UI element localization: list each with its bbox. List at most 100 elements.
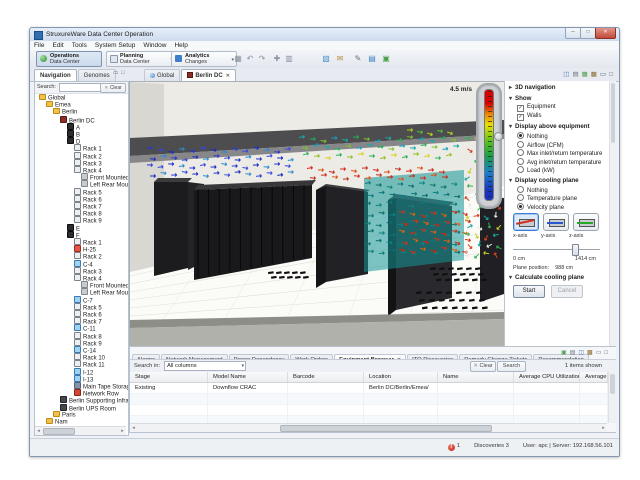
export-icon[interactable]: ▩ — [587, 350, 593, 356]
tree-item-rack-4[interactable]: Rack 4 — [74, 166, 102, 173]
close-button[interactable]: ✕ — [595, 28, 616, 39]
scroll-left-icon[interactable]: ◂ — [130, 425, 137, 431]
table-row[interactable]: ExistingDownflow CRACBerlin DC/Berlin/Em… — [130, 383, 608, 394]
pin-icon[interactable]: ✚ — [272, 54, 282, 64]
tree-item-berlin-ups-room[interactable]: Berlin UPS Room — [60, 404, 116, 411]
slider-track[interactable] — [513, 249, 600, 250]
radio-nothing[interactable]: Nothing — [505, 131, 616, 140]
table-view-icon[interactable]: ▤ — [572, 71, 578, 78]
radio-avg-inlet-return-temperature[interactable]: Avg inlet/return temperature — [505, 157, 616, 166]
menu-edit[interactable]: Edit — [48, 41, 67, 49]
tree-item-d[interactable]: D — [67, 137, 80, 144]
tree-item-nam[interactable]: Nam — [46, 418, 68, 425]
scroll-left-icon[interactable]: ◂ — [35, 428, 42, 434]
tree-item-network-row[interactable]: Network Row — [74, 389, 119, 396]
tree-item-e[interactable]: E — [67, 224, 80, 231]
discoveries-status[interactable]: Discoveries 3 — [474, 443, 509, 449]
tree-item-rack-6[interactable]: Rack 6 — [74, 310, 102, 317]
maximize-view-icon[interactable]: □ — [609, 71, 613, 78]
tree-item-rack-2[interactable]: Rack 2 — [74, 152, 102, 159]
section-3d-navigation[interactable]: ▸3D navigation — [505, 81, 616, 92]
tree-item-i-13[interactable]: I-13 — [74, 375, 93, 382]
tree-item-rack-6[interactable]: Rack 6 — [74, 195, 102, 202]
maximize-view-icon[interactable]: □ — [604, 350, 608, 356]
menu-help[interactable]: Help — [170, 41, 191, 49]
tree-item-rack-7[interactable]: Rack 7 — [74, 317, 102, 324]
scroll-thumb[interactable] — [280, 425, 492, 432]
maximize-button[interactable]: □ — [580, 28, 596, 39]
scroll-thumb[interactable] — [610, 374, 615, 394]
radio-load-kw[interactable]: Load (kW) — [505, 165, 616, 174]
radio-max-inlet-return-temperature[interactable]: Max inlet/return temperature — [505, 148, 616, 157]
tools-icon[interactable]: ✎ — [353, 54, 363, 64]
refresh-icon[interactable]: ▣ — [561, 350, 567, 356]
tree-item-rack-2[interactable]: Rack 2 — [74, 252, 102, 259]
layout-icon[interactable]: ◫ — [563, 71, 569, 78]
radio-icon[interactable] — [517, 194, 524, 201]
tree-item-rack-5[interactable]: Rack 5 — [74, 303, 102, 310]
check-equipment[interactable]: ✓Equipment — [505, 103, 616, 112]
perspective-planning[interactable]: PlanningData Center▾ — [106, 51, 176, 67]
paste-icon[interactable]: ▥ — [284, 54, 294, 64]
table-hscrollbar[interactable]: ◂ ▸ — [130, 423, 607, 432]
column-header-location[interactable]: Location — [364, 372, 438, 382]
tree-search-input[interactable] — [59, 83, 101, 92]
tree-item-rack-7[interactable]: Rack 7 — [74, 202, 102, 209]
tree-item-c-4[interactable]: C-4 — [74, 260, 93, 267]
menu-window[interactable]: Window — [139, 41, 170, 49]
tree-item-paris[interactable]: Paris — [53, 411, 76, 418]
undo-icon[interactable]: ↶ — [245, 54, 255, 64]
tree-item-global[interactable]: Global — [39, 94, 65, 101]
section-calculate-cooling-plane[interactable]: ▾Calculate cooling plane — [505, 271, 616, 282]
perspective-operations[interactable]: OperationsData Center — [36, 51, 102, 67]
scroll-thumb[interactable] — [611, 83, 615, 143]
tree-item-rack-8[interactable]: Rack 8 — [74, 332, 102, 339]
close-icon[interactable]: ✕ — [226, 73, 230, 79]
tree-item-rack-5[interactable]: Rack 5 — [74, 188, 102, 195]
radio-icon[interactable] — [517, 132, 524, 139]
radio-icon[interactable] — [517, 186, 524, 193]
tree-item-rack-1[interactable]: Rack 1 — [74, 238, 102, 245]
tree-search-clear-button[interactable]: ✕ Clear — [100, 83, 126, 93]
report-blue-icon[interactable]: ▤ — [367, 54, 377, 64]
checkbox-icon[interactable]: ✓ — [517, 105, 524, 112]
scroll-thumb[interactable] — [43, 428, 75, 435]
tree-item-rack-10[interactable]: Rack 10 — [74, 353, 105, 360]
screenshot-icon[interactable]: ▧ — [321, 54, 331, 64]
radio-icon[interactable] — [517, 158, 524, 165]
menu-file[interactable]: File — [30, 41, 48, 49]
tree-item-berlin-supporting-infrastru[interactable]: Berlin Supporting Infrastru — [60, 396, 128, 403]
menu-system-setup[interactable]: System Setup — [91, 41, 139, 49]
tree-item-berlin-dc[interactable]: Berlin DC — [60, 116, 95, 123]
column-header-average-pow[interactable]: Average Pow... — [580, 372, 608, 382]
scroll-right-icon[interactable]: ▸ — [119, 428, 126, 434]
report-icon[interactable]: ▩ — [591, 71, 597, 78]
tree-item-i-12[interactable]: I-12 — [74, 368, 93, 375]
plane-position-slider[interactable] — [513, 243, 608, 255]
table-vscrollbar[interactable] — [608, 372, 616, 423]
title-bar[interactable]: StruxureWare Data Center Operation ─ □ ✕ — [30, 28, 619, 42]
slider-handle[interactable] — [572, 244, 579, 256]
radio-temperature-plane[interactable]: Temperature plane — [505, 193, 616, 202]
radio-icon[interactable] — [517, 166, 524, 173]
redo-icon[interactable]: ↷ — [257, 54, 267, 64]
tree-item-rack-4[interactable]: Rack 4 — [74, 274, 102, 281]
minimize-view-icon[interactable]: ▭ — [600, 71, 606, 78]
perspective-analytics[interactable]: AnalyticsChanges▾ — [171, 51, 237, 67]
columns-icon[interactable]: ▤ — [570, 350, 576, 356]
tree-item-left-rear-moun[interactable]: Left Rear Moun — [81, 180, 128, 187]
section-display-cooling-plane[interactable]: ▾Display cooling plane — [505, 174, 616, 185]
tree-item-rack-9[interactable]: Rack 9 — [74, 339, 102, 346]
check-walls[interactable]: ✓Walls — [505, 112, 616, 121]
section-display-above-equipment[interactable]: ▾Display above equipment — [505, 120, 616, 131]
tree-item-berlin[interactable]: Berlin — [53, 108, 77, 115]
tree-item-rack-9[interactable]: Rack 9 — [74, 216, 102, 223]
tree-item-rack-1[interactable]: Rack 1 — [74, 144, 102, 151]
column-header-name[interactable]: Name — [438, 372, 514, 382]
checkbox-icon[interactable]: ✓ — [517, 114, 524, 121]
3d-datacenter-view[interactable]: 4.5 m/s — [129, 81, 505, 347]
tree-item-left-rear-moun[interactable]: Left Rear Moun — [81, 288, 128, 295]
tree-item-rack-11[interactable]: Rack 11 — [74, 360, 105, 367]
minimize-view-icon[interactable]: ▭ — [596, 350, 602, 356]
section-show[interactable]: ▾Show — [505, 92, 616, 103]
